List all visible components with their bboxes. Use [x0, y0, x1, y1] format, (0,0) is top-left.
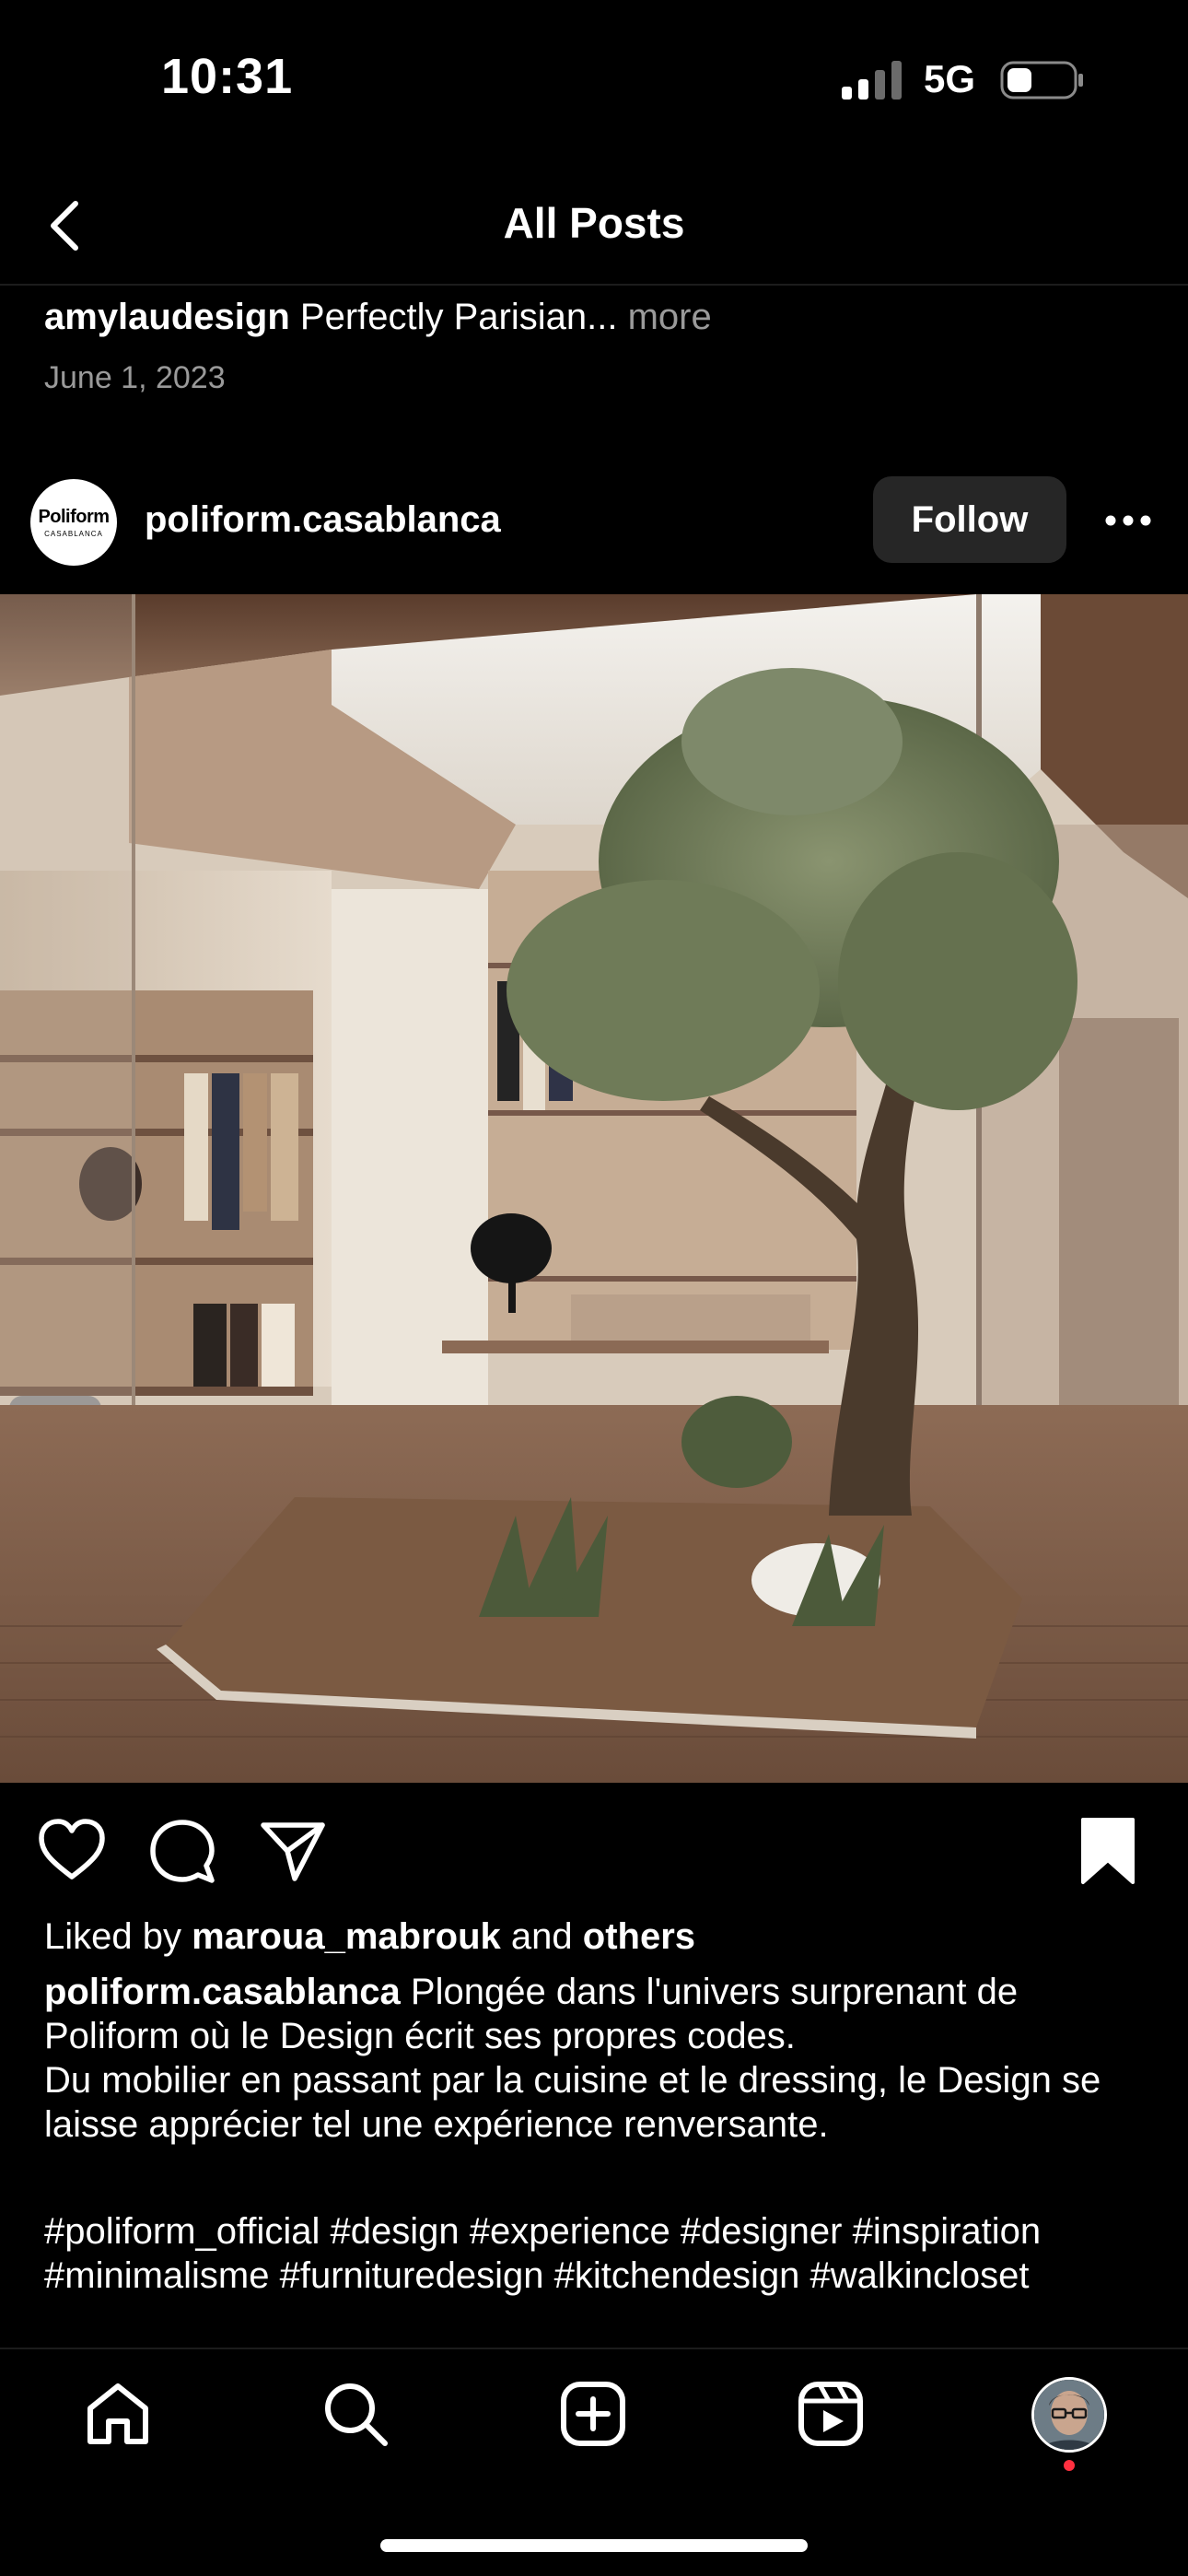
liked-by-prefix: Liked by [44, 1916, 181, 1957]
tab-search[interactable] [319, 2377, 392, 2451]
paper-plane-icon [261, 1822, 325, 1881]
post-username[interactable]: poliform.casablanca [145, 499, 501, 541]
tab-home[interactable] [81, 2377, 155, 2451]
previous-post-caption-text: Perfectly Parisian... [299, 297, 618, 337]
post-caption: poliform.casablanca Plongée dans l'unive… [44, 1970, 1159, 2147]
tab-create[interactable] [556, 2377, 630, 2451]
battery-icon [1000, 61, 1083, 100]
like-button[interactable] [37, 1816, 107, 1886]
heart-icon [39, 1819, 105, 1879]
comment-button[interactable] [147, 1816, 217, 1886]
liked-by[interactable]: Liked by maroua_mabrouk and others [44, 1914, 695, 1959]
avatar-logo-text: Poliform [38, 507, 110, 527]
more-horizontal-icon [1105, 515, 1151, 526]
more-link[interactable]: more [628, 297, 712, 337]
reels-icon [798, 2382, 863, 2446]
liked-by-others[interactable]: others [583, 1916, 695, 1957]
avatar-logo-subtext: CASABLANCA [44, 530, 103, 538]
previous-post-date: June 1, 2023 [44, 360, 226, 395]
profile-avatar [1034, 2380, 1104, 2450]
network-type: 5G [924, 57, 976, 100]
caption-username[interactable]: poliform.casablanca [44, 1972, 401, 2012]
tab-reels[interactable] [794, 2377, 868, 2451]
share-button[interactable] [258, 1816, 328, 1886]
status-time: 10:31 [161, 49, 294, 104]
post-image[interactable] [0, 594, 1188, 1783]
tabbar-divider [0, 2348, 1188, 2349]
previous-post-caption[interactable]: amylaudesign Perfectly Parisian... more [44, 297, 712, 338]
interior-olive-tree-illustration [0, 594, 1188, 1783]
cellular-signal-icon [842, 61, 902, 100]
post-options-button[interactable] [1096, 493, 1160, 548]
tab-profile[interactable] [1031, 2377, 1107, 2453]
comment-icon [150, 1820, 215, 1883]
header-divider [0, 284, 1188, 286]
page-title: All Posts [503, 199, 685, 247]
home-icon [87, 2383, 148, 2444]
save-button[interactable] [1077, 1816, 1138, 1886]
notification-dot [1064, 2460, 1075, 2471]
liked-by-and: and [510, 1916, 573, 1957]
post-avatar[interactable]: Poliform CASABLANCA [30, 479, 117, 566]
caption-hashtags[interactable]: #poliform_official #design #experience #… [44, 2209, 1159, 2298]
caption-line-2: Du mobilier en passant par la cuisine et… [44, 2060, 1101, 2145]
home-indicator[interactable] [380, 2539, 808, 2552]
previous-post-username[interactable]: amylaudesign [44, 297, 290, 337]
create-icon [561, 2382, 625, 2446]
search-icon [325, 2383, 388, 2446]
liked-by-user[interactable]: maroua_mabrouk [192, 1916, 501, 1957]
follow-button[interactable]: Follow [873, 476, 1066, 563]
bookmark-filled-icon [1081, 1818, 1135, 1884]
